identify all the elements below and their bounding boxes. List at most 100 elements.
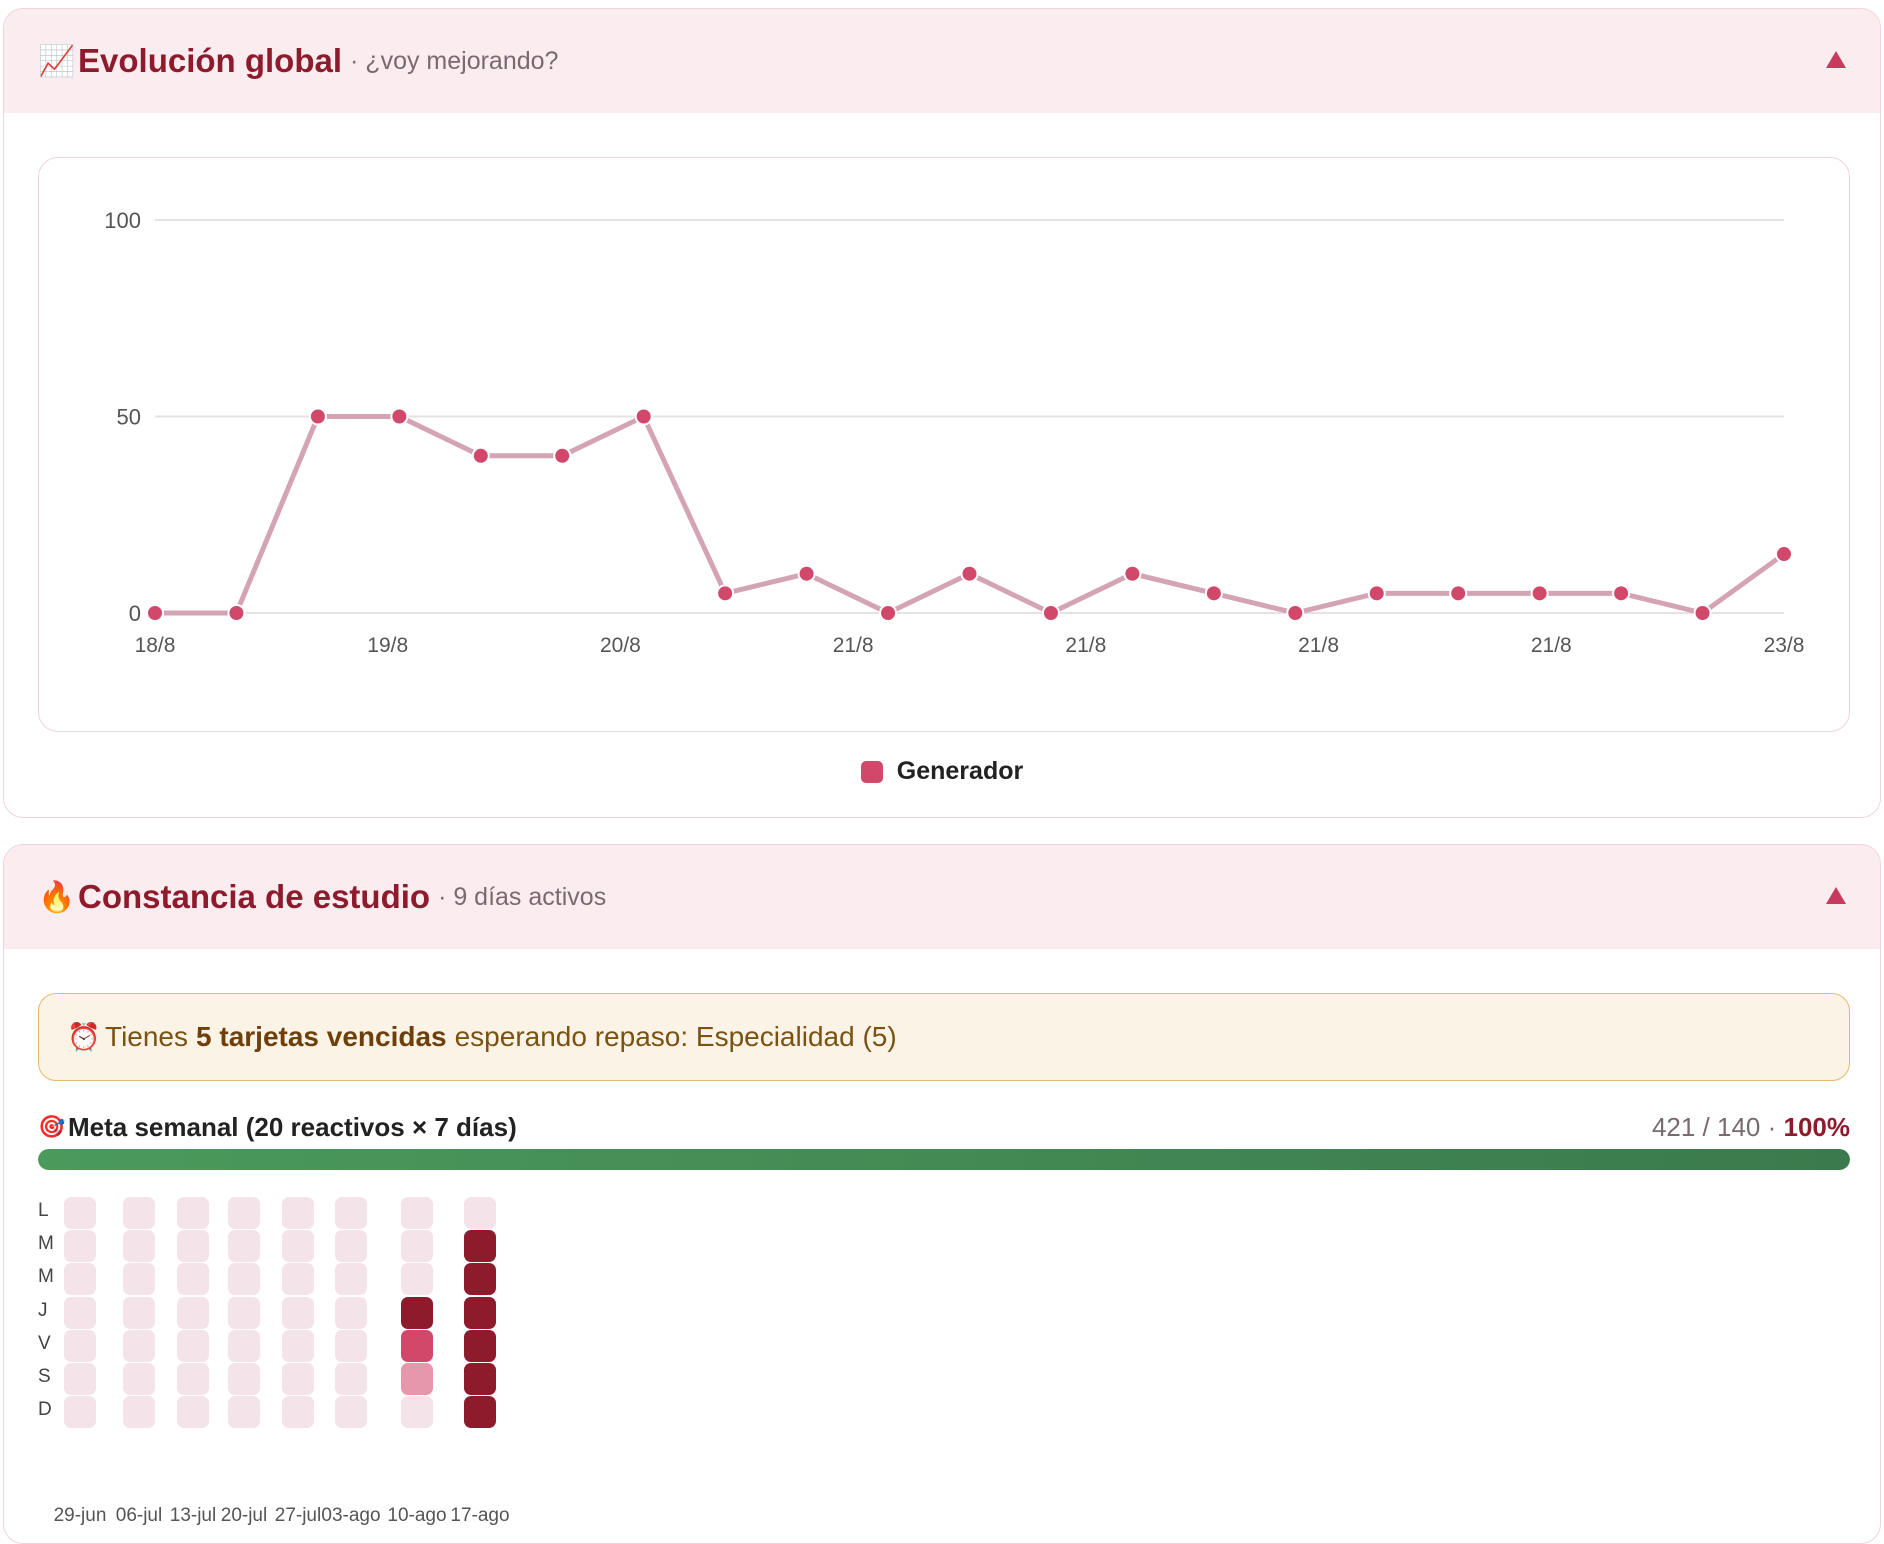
heatmap-cell[interactable] — [335, 1396, 367, 1429]
goal-percent: 100% — [1783, 1111, 1851, 1142]
heatmap-cell[interactable] — [228, 1197, 260, 1229]
heatmap-cell[interactable] — [401, 1396, 433, 1429]
heatmap-cell[interactable] — [464, 1396, 496, 1429]
heatmap-cell[interactable] — [123, 1197, 155, 1229]
heatmap-cell[interactable] — [401, 1363, 433, 1395]
heatmap-cell[interactable] — [123, 1363, 155, 1395]
heatmap-cell[interactable] — [64, 1263, 96, 1296]
weekly-goal-stats: 421 / 140 · 100% — [1652, 1112, 1850, 1143]
heatmap-cell[interactable] — [401, 1230, 433, 1263]
due-cards-alert: ⏰ Tienes 5 tarjetas vencidas esperando r… — [38, 993, 1850, 1081]
heatmap-cell[interactable] — [228, 1263, 260, 1296]
heatmap-cell[interactable] — [335, 1197, 367, 1229]
x-tick-label: 23/8 — [1764, 634, 1805, 657]
data-point — [1041, 604, 1060, 622]
y-tick-label: 100 — [104, 208, 141, 233]
heatmap-cell[interactable] — [335, 1230, 367, 1263]
data-point — [1123, 564, 1142, 583]
heatmap-cell[interactable] — [282, 1329, 314, 1362]
heatmap-cell[interactable] — [464, 1363, 496, 1395]
heatmap-cell[interactable] — [123, 1263, 155, 1296]
x-tick-label: 21/8 — [1298, 634, 1339, 657]
heatmap-day-label: S — [38, 1366, 51, 1387]
chart-legend[interactable]: Generador — [4, 757, 1880, 786]
data-point — [1693, 604, 1712, 622]
heatmap-cell[interactable] — [282, 1296, 314, 1329]
collapse-triangle-icon[interactable] — [1826, 887, 1846, 904]
weekly-goal-row: 🎯 Meta semanal (20 reactivos × 7 días) 4… — [38, 1107, 1850, 1147]
goal-label-text: Meta semanal (20 reactivos × 7 días) — [68, 1111, 517, 1142]
data-point — [146, 604, 164, 622]
evolution-panel-header[interactable]: 📈 Evolución global · ¿voy mejorando? — [4, 9, 1880, 113]
heatmap-cell[interactable] — [228, 1329, 260, 1362]
heatmap-cell[interactable] — [228, 1296, 260, 1329]
heatmap-cell[interactable] — [228, 1230, 260, 1263]
heatmap-cell[interactable] — [282, 1396, 314, 1429]
heatmap-cell[interactable] — [335, 1296, 367, 1329]
heatmap-cell[interactable] — [177, 1329, 209, 1362]
heatmap-cell[interactable] — [464, 1329, 496, 1362]
data-point — [471, 446, 490, 465]
heatmap-cell[interactable] — [64, 1396, 96, 1429]
heatmap-cell[interactable] — [335, 1263, 367, 1296]
fire-icon: 🔥 — [38, 880, 76, 914]
heatmap-cell[interactable] — [177, 1363, 209, 1395]
x-tick-label: 21/8 — [833, 634, 874, 657]
y-tick-label: 0 — [129, 601, 141, 626]
weekly-goal-label: 🎯 Meta semanal (20 reactivos × 7 días) — [38, 1112, 517, 1143]
legend-label: Generador — [896, 757, 1024, 785]
heatmap-cell[interactable] — [177, 1296, 209, 1329]
consistency-panel-header[interactable]: 🔥 Constancia de estudio · 9 días activos — [4, 845, 1880, 949]
heatmap-cell[interactable] — [282, 1363, 314, 1395]
chart-increasing-icon: 📈 — [38, 44, 76, 78]
heatmap-cell[interactable] — [401, 1296, 433, 1329]
heatmap-cell[interactable] — [177, 1396, 209, 1429]
alert-text-post: esperando repaso: Especialidad (5) — [454, 1021, 897, 1052]
data-point — [1775, 545, 1793, 564]
data-point — [1286, 604, 1305, 622]
heatmap-cell[interactable] — [401, 1197, 433, 1229]
data-point — [879, 604, 898, 622]
data-point — [1449, 584, 1468, 603]
heatmap-cell[interactable] — [335, 1363, 367, 1395]
heatmap-cell[interactable] — [64, 1230, 96, 1263]
data-point — [634, 407, 653, 426]
heatmap-cell[interactable] — [177, 1197, 209, 1229]
collapse-triangle-icon[interactable] — [1826, 51, 1846, 68]
heatmap-cell[interactable] — [401, 1329, 433, 1362]
heatmap-cell[interactable] — [464, 1263, 496, 1296]
heatmap-cell[interactable] — [123, 1230, 155, 1263]
heatmap-cell[interactable] — [64, 1329, 96, 1362]
line-chart-card: 0 50 100 18/8 19/8 20/8 21/8 21/8 21/8 21/8 23/8 — [38, 157, 1850, 732]
x-tick-label: 19/8 — [367, 634, 408, 657]
heatmap-day-label: L — [38, 1200, 49, 1221]
heatmap-cell[interactable] — [177, 1263, 209, 1296]
heatmap-cell[interactable] — [282, 1263, 314, 1296]
goal-count: 421 / 140 · — [1651, 1111, 1777, 1142]
heatmap-cell[interactable] — [464, 1230, 496, 1263]
study-consistency-panel: 🔥 Constancia de estudio · 9 días activos… — [3, 844, 1881, 1544]
data-point — [227, 604, 246, 622]
heatmap-cell[interactable] — [64, 1363, 96, 1395]
x-tick-label: 20/8 — [600, 634, 641, 657]
data-point — [716, 584, 735, 603]
heatmap-cell[interactable] — [464, 1296, 496, 1329]
heatmap-cell[interactable] — [123, 1296, 155, 1329]
heatmap-cell[interactable] — [282, 1197, 314, 1229]
heatmap-cell[interactable] — [464, 1197, 496, 1229]
heatmap-cell[interactable] — [282, 1230, 314, 1263]
alert-text-bold: 5 tarjetas vencidas — [196, 1021, 447, 1052]
heatmap-cell[interactable] — [177, 1230, 209, 1263]
heatmap-cell[interactable] — [64, 1197, 96, 1229]
line-chart: 0 50 100 18/8 19/8 20/8 21/8 21/8 21/8 21/8 23/8 — [104, 208, 1805, 657]
heatmap-day-label: V — [38, 1332, 51, 1354]
data-point — [960, 564, 979, 583]
heatmap-cell[interactable] — [335, 1329, 367, 1362]
x-tick-label: 18/8 — [135, 634, 176, 657]
heatmap-cell[interactable] — [401, 1263, 433, 1296]
heatmap-cell[interactable] — [123, 1396, 155, 1429]
heatmap-cell[interactable] — [123, 1329, 155, 1362]
heatmap-cell[interactable] — [64, 1296, 96, 1329]
heatmap-cell[interactable] — [228, 1363, 260, 1395]
heatmap-cell[interactable] — [228, 1396, 260, 1429]
